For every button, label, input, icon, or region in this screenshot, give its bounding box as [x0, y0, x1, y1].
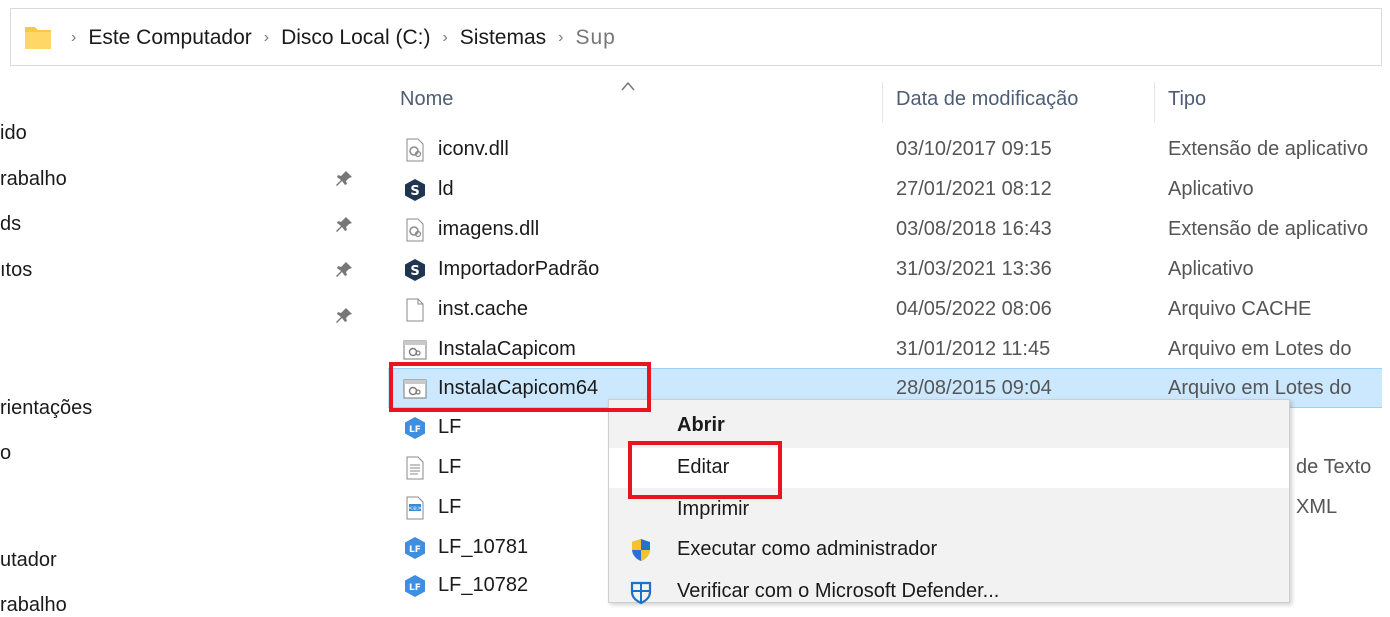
- lf-app-icon: LF: [405, 575, 425, 597]
- file-date: 28/08/2015 09:04: [896, 377, 1052, 399]
- svg-text:S: S: [410, 264, 419, 279]
- address-bar[interactable]: › Este Computador › Disco Local (C:) › S…: [10, 8, 1382, 66]
- file-date: 31/03/2021 13:36: [896, 258, 1052, 280]
- folder-icon: [25, 27, 51, 49]
- column-header-type[interactable]: Tipo: [1168, 88, 1206, 122]
- uac-shield-icon: [632, 539, 650, 561]
- file-type: Arquivo CACHE: [1168, 298, 1312, 320]
- file-type: Extensão de aplicativo: [1168, 138, 1369, 160]
- file-date: 03/10/2017 09:15: [896, 138, 1052, 160]
- nav-item[interactable]: rabalho: [0, 594, 67, 617]
- file-row[interactable]: S ld 27/01/2021 08:12 Aplicativo: [388, 170, 1382, 210]
- file-date: 27/01/2021 08:12: [896, 178, 1052, 200]
- file-date: 31/01/2012 11:45: [896, 338, 1051, 360]
- pin-icon[interactable]: [334, 215, 354, 235]
- app-s-icon: S: [405, 259, 425, 281]
- sort-ascending-icon: [621, 81, 635, 91]
- batch-file-icon: [403, 340, 427, 360]
- nav-item[interactable]: utador: [0, 549, 57, 572]
- menu-item-run-as-admin[interactable]: Executar como administrador: [609, 530, 1289, 570]
- menu-item-label: Verificar com o Microsoft Defender...: [677, 580, 1000, 602]
- highlight-box-file: [389, 362, 651, 412]
- pin-icon[interactable]: [334, 169, 354, 189]
- nav-item[interactable]: ido: [0, 122, 27, 145]
- file-type: XML: [1296, 496, 1338, 518]
- file-name: imagens.dll: [438, 218, 540, 240]
- nav-item[interactable]: rientações: [0, 397, 92, 420]
- breadcrumb-local-disk[interactable]: Disco Local (C:): [281, 26, 430, 50]
- menu-item-label: Executar como administrador: [677, 538, 938, 560]
- svg-text:LF: LF: [409, 545, 421, 555]
- menu-item-defender-scan[interactable]: Verificar com o Microsoft Defender...: [609, 572, 1289, 612]
- defender-icon: [630, 581, 652, 604]
- file-name: LF_10782: [438, 574, 529, 596]
- dll-file-icon: [406, 138, 424, 162]
- file-row[interactable]: iconv.dll 03/10/2017 09:15 Extensão de a…: [388, 130, 1382, 170]
- file-date: 04/05/2022 08:06: [896, 298, 1052, 320]
- file-type: Aplicativo: [1168, 178, 1254, 200]
- file-name: LF: [438, 416, 462, 438]
- file-type: Arquivo em Lotes do: [1168, 377, 1352, 399]
- pin-icon[interactable]: [334, 306, 354, 326]
- file-type: Extensão de aplicativo: [1168, 218, 1369, 240]
- file-name: iconv.dll: [438, 138, 509, 160]
- file-name: InstalaCapicom: [438, 338, 576, 360]
- lf-app-icon: LF: [405, 537, 425, 559]
- breadcrumb-this-pc[interactable]: Este Computador: [88, 26, 251, 50]
- breadcrumb-sup[interactable]: Sup: [575, 26, 615, 50]
- file-name: LF: [438, 496, 462, 518]
- dll-file-icon: [406, 218, 424, 242]
- chevron-right-icon[interactable]: ›: [71, 29, 76, 47]
- breadcrumb-sistemas[interactable]: Sistemas: [460, 26, 546, 50]
- svg-text:S: S: [410, 184, 419, 199]
- file-name: LF: [438, 456, 462, 478]
- column-divider[interactable]: [882, 82, 883, 122]
- file-name: ld: [438, 178, 454, 200]
- file-date: 03/08/2018 16:43: [896, 218, 1052, 240]
- column-header-name[interactable]: Nome: [400, 88, 453, 122]
- file-name: ImportadorPadrão: [438, 258, 600, 280]
- chevron-right-icon[interactable]: ›: [442, 29, 447, 47]
- chevron-right-icon[interactable]: ›: [264, 29, 269, 47]
- nav-item[interactable]: ıtos: [0, 259, 32, 282]
- nav-item[interactable]: rabalho: [0, 168, 67, 191]
- pin-icon[interactable]: [334, 260, 354, 280]
- nav-item[interactable]: ds: [0, 213, 21, 236]
- svg-text:LF: LF: [409, 425, 421, 435]
- file-type: Arquivo em Lotes do: [1168, 338, 1352, 360]
- column-header-date[interactable]: Data de modificação: [896, 88, 1078, 122]
- navigation-pane: ido rabalho ds ıtos rientações o utador …: [0, 112, 360, 616]
- file-name: inst.cache: [438, 298, 529, 320]
- file-type: de Texto: [1296, 456, 1372, 478]
- svg-text:<e>: <e>: [408, 505, 422, 512]
- breadcrumb: › Este Computador › Disco Local (C:) › S…: [59, 23, 616, 53]
- app-s-icon: S: [405, 179, 425, 201]
- menu-item-open[interactable]: Abrir: [609, 406, 1289, 446]
- xml-file-icon: <e>: [406, 496, 424, 520]
- blank-file-icon: [406, 298, 424, 322]
- text-file-icon: [406, 456, 424, 480]
- menu-item-label: Abrir: [677, 414, 725, 436]
- context-menu: Abrir Editar Imprimir Executar como admi…: [608, 399, 1290, 604]
- file-name: LF_10781: [438, 536, 529, 558]
- nav-item[interactable]: o: [0, 442, 11, 465]
- file-row[interactable]: S ImportadorPadrão 31/03/2021 13:36 Apli…: [388, 250, 1382, 290]
- column-divider[interactable]: [1154, 82, 1155, 122]
- chevron-right-icon[interactable]: ›: [558, 29, 563, 47]
- lf-app-icon: LF: [405, 417, 425, 439]
- menu-item-label: Imprimir: [677, 498, 750, 520]
- file-row[interactable]: imagens.dll 03/08/2018 16:43 Extensão de…: [388, 210, 1382, 250]
- svg-text:LF: LF: [409, 583, 421, 593]
- file-row[interactable]: inst.cache 04/05/2022 08:06 Arquivo CACH…: [388, 290, 1382, 330]
- file-type: Aplicativo: [1168, 258, 1254, 280]
- highlight-box-edit: [628, 441, 782, 499]
